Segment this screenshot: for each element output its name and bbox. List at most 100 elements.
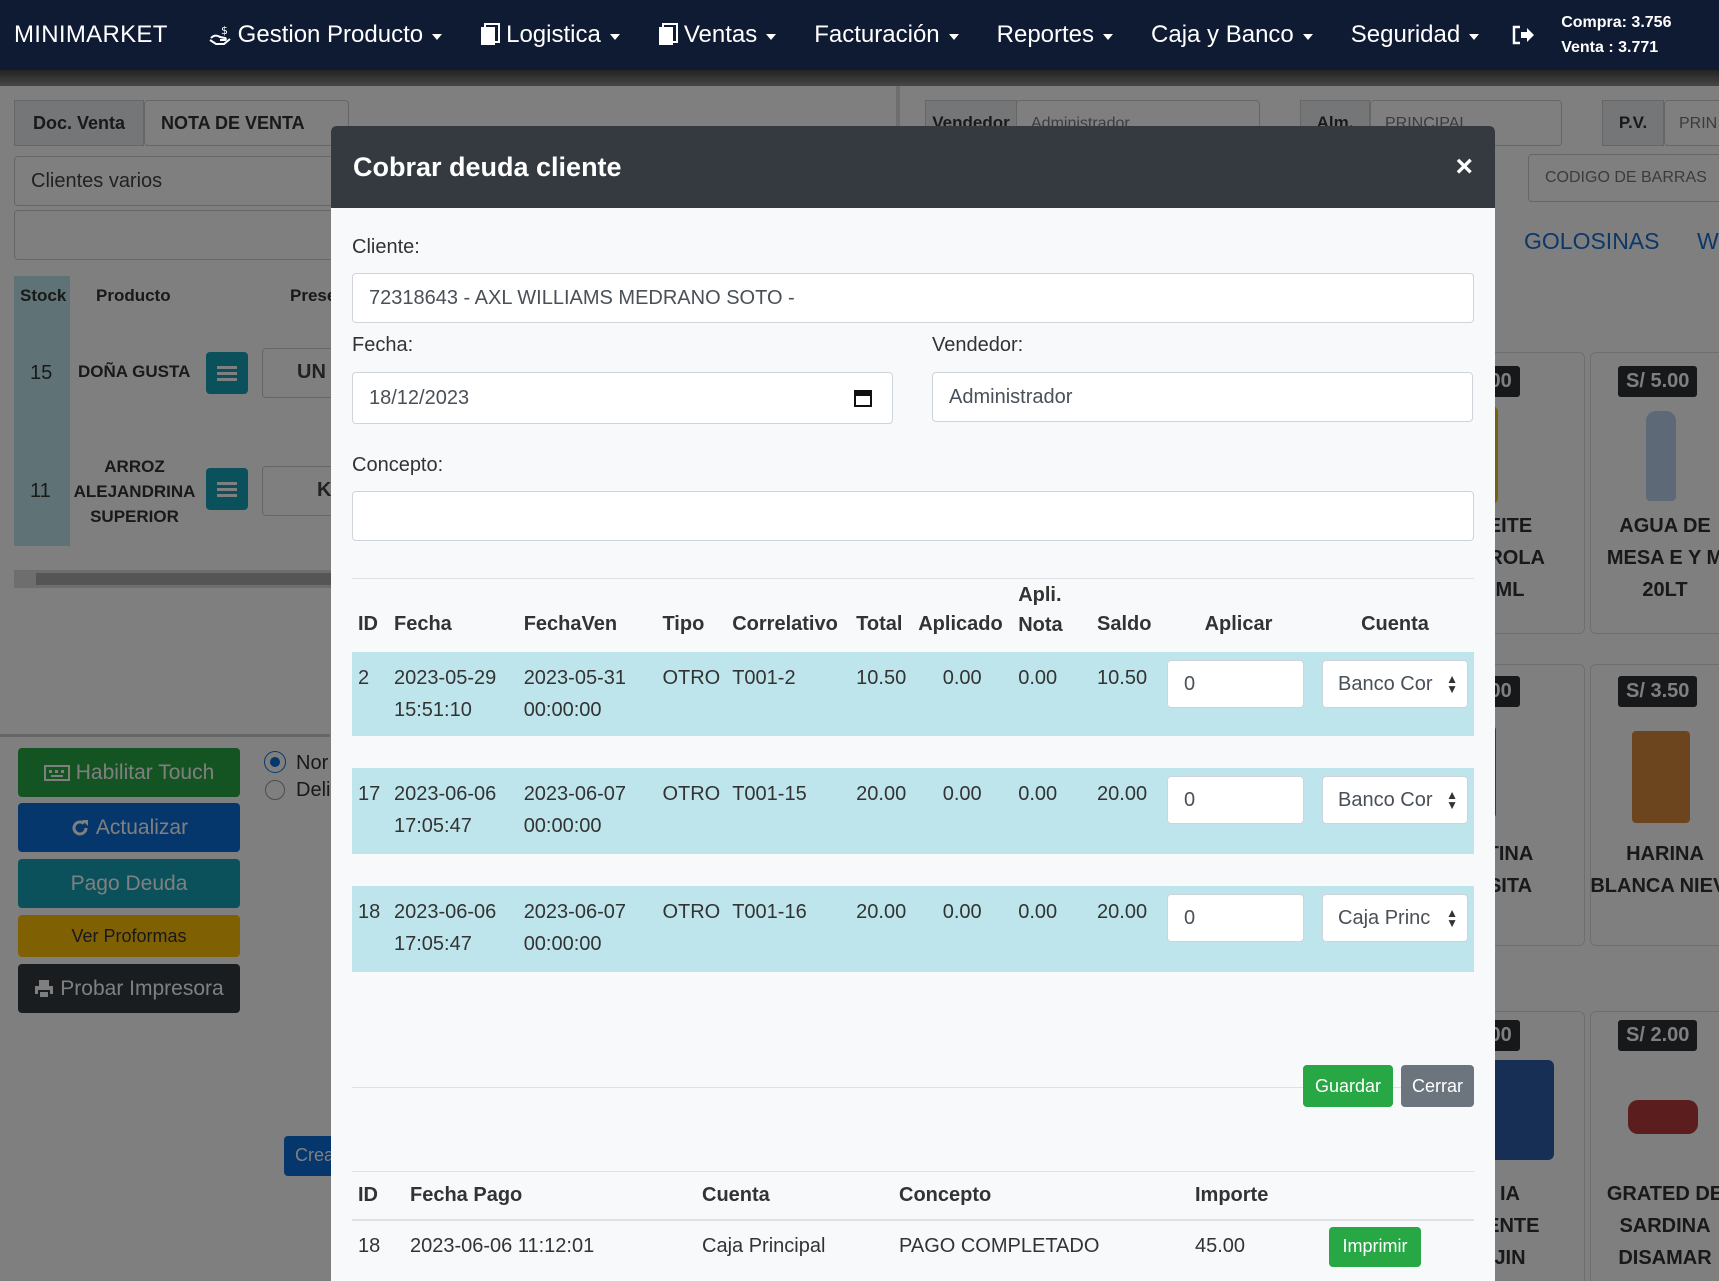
cerrar-button[interactable]: Cerrar [1401, 1065, 1474, 1107]
cell-apli-nota: 0.00 [1012, 768, 1092, 854]
cell-id: 2 [352, 652, 388, 736]
cell-fecha: 2023-05-29 15:51:10 [387, 652, 518, 736]
menu-seguridad[interactable]: Seguridad [1350, 21, 1480, 49]
cell-cuenta: Caja Princ ▲ ▼ [1316, 886, 1474, 972]
fecha-input[interactable]: 18/12/2023 [352, 372, 893, 424]
th-saldo: Saldo [1097, 613, 1152, 635]
menu-ventas[interactable]: Ventas [658, 21, 777, 49]
cuenta-value: Caja Princ [1338, 907, 1431, 929]
payments-table: ID Fecha Pago Cuenta Concepto Importe 18… [352, 1172, 1474, 1272]
cell-fecha-time: 15:51:10 [393, 699, 472, 721]
menu-label: Facturación [814, 21, 940, 48]
pay-action: Imprimir [1323, 1220, 1474, 1272]
cell-total: 20.00 [850, 886, 913, 972]
cell-fechaven: 2023-06-07 00:00:00 [517, 886, 657, 972]
cell-fechaven: 2023-06-07 00:00:00 [517, 768, 657, 854]
cell-id: 17 [352, 768, 388, 854]
pay-id: 18 [358, 1235, 381, 1257]
menu-label: Ventas [683, 21, 758, 48]
caret-down-icon [1469, 33, 1480, 40]
aplicar-input[interactable]: 0 [1167, 776, 1304, 824]
pay-concepto: PAGO COMPLETADO [899, 1235, 1100, 1257]
cell-tipo: OTRO [656, 768, 727, 854]
cell-fecha-date: 2023-05-29 [393, 667, 497, 689]
cell-aplicar: 0 [1161, 886, 1316, 972]
cell-saldo: 20.00 [1091, 886, 1161, 972]
clipboard-icon [481, 23, 501, 45]
cell-fechaven-date: 2023-06-07 [523, 783, 626, 805]
main-menu: $ Gestion Producto Logistica Ventas Fact… [208, 0, 1671, 70]
cliente-input[interactable]: 72318643 - AXL WILLIAMS MEDRANO SOTO - [352, 273, 1474, 323]
dollar-hand-icon: $ [209, 24, 231, 45]
clipboard-icon [658, 23, 678, 45]
logout-button[interactable] [1511, 24, 1541, 46]
cell-fechaven-date: 2023-05-31 [523, 667, 626, 689]
cuenta-select[interactable]: Banco Cor ▲ ▼ [1322, 660, 1468, 708]
calendar-icon[interactable] [854, 389, 872, 407]
cell-aplicar: 0 [1161, 652, 1316, 736]
menu-label: Reportes [996, 21, 1095, 48]
menu-logistica[interactable]: Logistica [480, 21, 620, 49]
cell-cuenta: Banco Cor ▲ ▼ [1316, 768, 1474, 854]
close-icon[interactable]: × [1455, 152, 1473, 182]
caret-down-icon [766, 33, 777, 40]
imprimir-button[interactable]: Imprimir [1329, 1226, 1421, 1267]
debts-header-row: ID Fecha FechaVen Tipo Correlativo Total… [352, 580, 1474, 652]
menu-caja-banco[interactable]: Caja y Banco [1151, 21, 1313, 49]
guardar-button[interactable]: Guardar [1303, 1065, 1393, 1107]
cell-aplicado: 0.00 [912, 886, 1013, 972]
menu-gestion-producto[interactable]: $ Gestion Producto [208, 21, 443, 49]
table-row: 18 2023-06-06 11:12:01 Caja Principal PA… [352, 1220, 1474, 1272]
caret-down-icon [1103, 33, 1114, 40]
vendedor-input[interactable]: Administrador [932, 372, 1473, 422]
cell-id: 18 [352, 886, 388, 972]
th-pay-fecha: Fecha Pago [404, 1172, 696, 1221]
cell-fecha-time: 17:05:47 [393, 815, 472, 837]
cuenta-value: Banco Cor [1338, 789, 1433, 811]
menu-label: Seguridad [1350, 21, 1461, 48]
row-spacer [352, 736, 1474, 768]
exchange-rates: Compra: 3.756 Venta : 3.771 [1561, 10, 1671, 60]
th-apli-nota-1: Apli. [1018, 584, 1062, 606]
menu-label: Gestion Producto [237, 21, 424, 48]
cell-apli-nota: 0.00 [1012, 652, 1092, 736]
pay-importe: 45.00 [1195, 1235, 1246, 1257]
caret-down-icon [948, 33, 959, 40]
menu-reportes[interactable]: Reportes [996, 21, 1114, 49]
caret-down-icon [609, 33, 620, 40]
cell-aplicado: 0.00 [912, 652, 1013, 736]
cell-saldo: 20.00 [1091, 768, 1161, 854]
modal-title: Cobrar deuda cliente [353, 151, 622, 182]
th-pay-cuenta: Cuenta [696, 1172, 893, 1221]
row-spacer [352, 854, 1474, 886]
cuenta-select[interactable]: Banco Cor ▲ ▼ [1322, 776, 1468, 824]
fecha-value: 18/12/2023 [369, 386, 470, 409]
th-total: Total [856, 613, 903, 635]
th-tipo: Tipo [662, 613, 705, 635]
cell-fechaven: 2023-05-31 00:00:00 [517, 652, 657, 736]
cobrar-deuda-modal: Cobrar deuda cliente × Cliente: 72318643… [331, 126, 1495, 1281]
cuenta-select[interactable]: Caja Princ ▲ ▼ [1322, 894, 1468, 942]
caret-down-icon [1302, 33, 1313, 40]
menu-facturacion[interactable]: Facturación [814, 21, 959, 49]
th-fecha: Fecha [393, 613, 452, 635]
cliente-label: Cliente: [352, 236, 420, 258]
cell-correlativo: T001-16 [726, 886, 851, 972]
select-arrows-icon: ▲ ▼ [1446, 672, 1458, 696]
sign-out-icon [1512, 25, 1535, 45]
divider [352, 578, 1474, 579]
th-pay-importe: Importe [1189, 1172, 1323, 1221]
concepto-input[interactable] [352, 491, 1474, 541]
payments-header-row: ID Fecha Pago Cuenta Concepto Importe [352, 1172, 1474, 1221]
menu-label: Logistica [506, 21, 601, 48]
th-pay-concepto: Concepto [893, 1172, 1189, 1221]
cell-apli-nota: 0.00 [1012, 886, 1092, 972]
cell-tipo: OTRO [656, 886, 727, 972]
aplicar-input[interactable]: 0 [1167, 660, 1304, 708]
aplicar-input[interactable]: 0 [1167, 894, 1304, 942]
th-id: ID [358, 613, 378, 635]
debts-table: ID Fecha FechaVen Tipo Correlativo Total… [352, 580, 1474, 972]
th-apli-nota-2: Nota [1018, 614, 1063, 636]
select-arrows-icon: ▲ ▼ [1446, 788, 1458, 812]
brand[interactable]: MINIMARKET [0, 21, 168, 49]
